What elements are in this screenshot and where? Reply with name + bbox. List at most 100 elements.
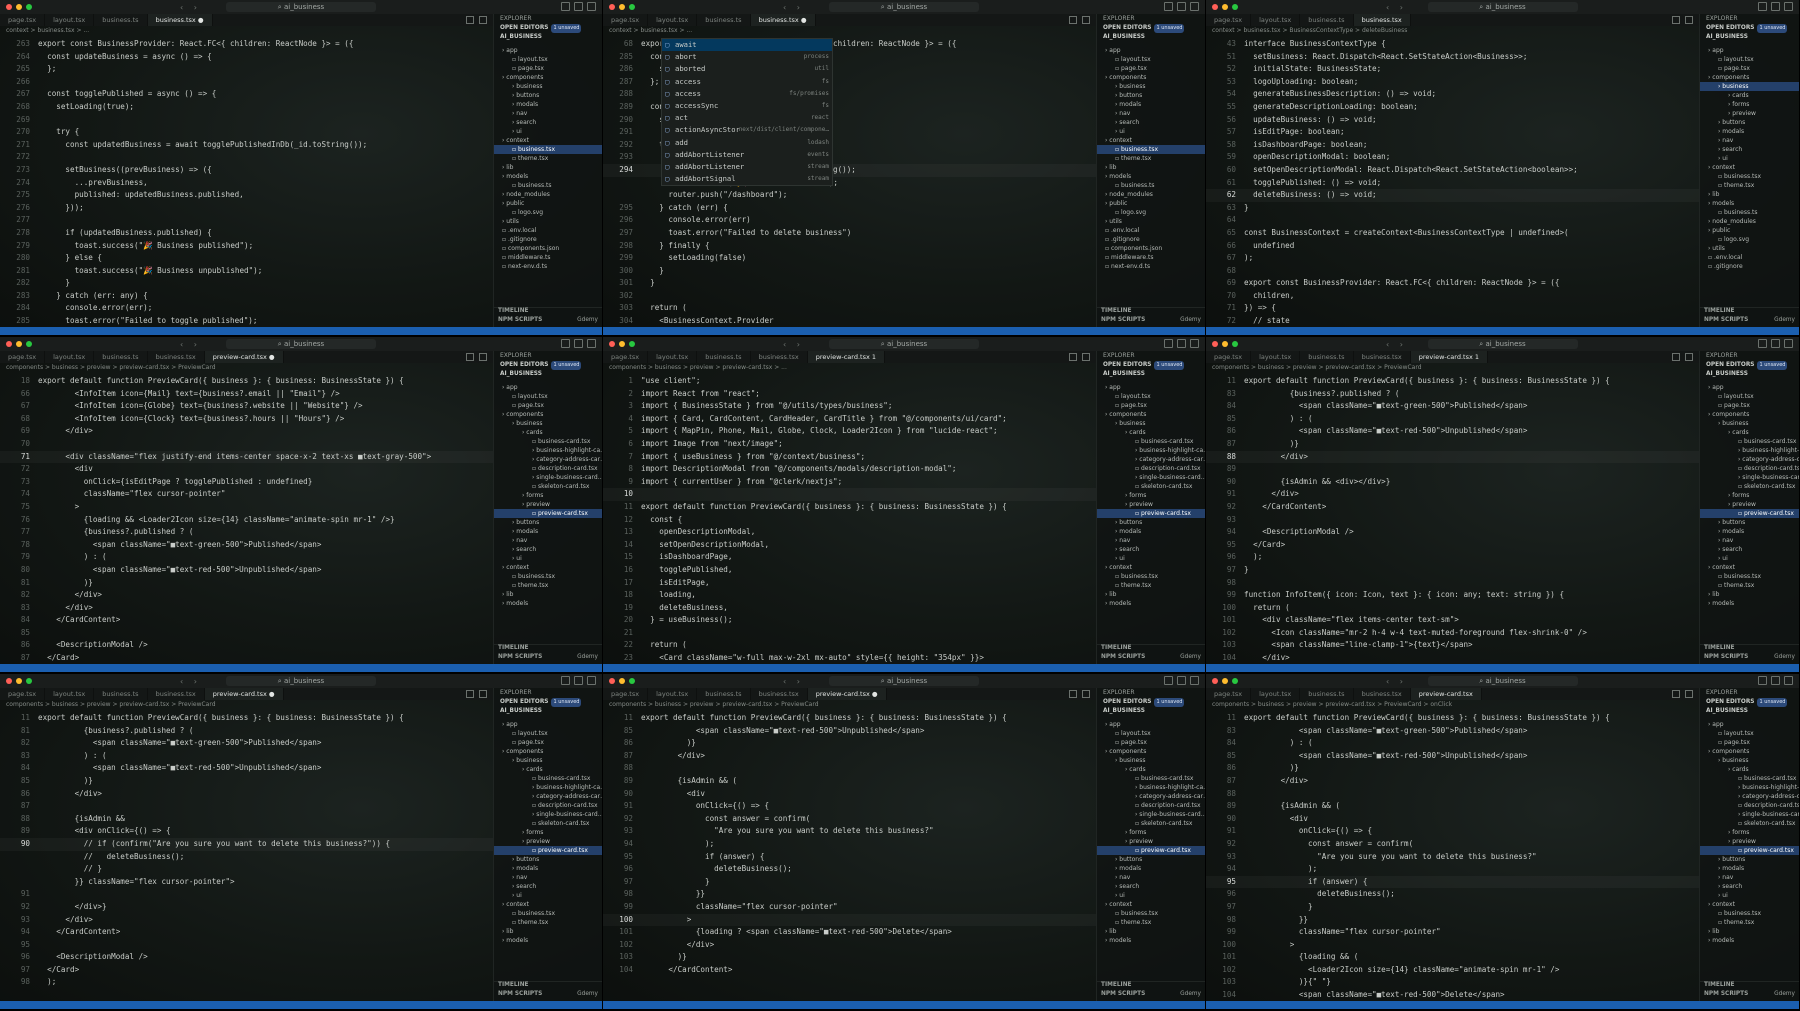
- code-line[interactable]: 91 </div>: [1206, 488, 1699, 501]
- editor-tab[interactable]: business.tsx: [751, 351, 808, 363]
- file-tree-folder[interactable]: › context: [494, 136, 602, 145]
- more-actions-icon[interactable]: [1082, 690, 1090, 698]
- code-line[interactable]: 85 ) : (: [1206, 413, 1699, 426]
- open-editors-section[interactable]: OPEN EDITORS 1 unsaved: [1700, 698, 1799, 707]
- panel-toggle-icon[interactable]: [1758, 339, 1767, 348]
- minimize-window-button[interactable]: [16, 4, 22, 10]
- file-tree-file[interactable]: ▫ business.tsx: [1700, 572, 1799, 581]
- code-line[interactable]: 5 import { MapPin, Phone, Mail, Globe, Cl…: [603, 425, 1096, 438]
- code-line[interactable]: 68: [1206, 265, 1699, 278]
- file-tree-file[interactable]: ▫ layout.tsx: [1097, 55, 1205, 64]
- code-line[interactable]: 88 {isAdmin &&: [0, 813, 493, 826]
- suggestion-item[interactable]: ▢ act react: [662, 112, 832, 124]
- timeline-section[interactable]: TIMELINE: [1097, 981, 1205, 991]
- editor-tab[interactable]: page.tsx: [1206, 688, 1252, 700]
- autocomplete-suggestions[interactable]: ▢ await ▢ abort process ▢ aborted util ▢ access fs…: [661, 38, 833, 187]
- code-line[interactable]: 19 deleteBusiness,: [603, 602, 1096, 615]
- code-line[interactable]: 100 >: [603, 914, 1096, 927]
- code-line[interactable]: 57 isEditPage: boolean;: [1206, 126, 1699, 139]
- maximize-window-button[interactable]: [1232, 678, 1238, 684]
- layout-toggle-icons[interactable]: [1164, 339, 1199, 348]
- file-tree-file[interactable]: ▫ business.tsx: [1097, 909, 1205, 918]
- code-line[interactable]: 76 {loading && <Loader2Icon size={14} cl…: [0, 514, 493, 527]
- code-line[interactable]: 54 generateBusinessDescription: () => vo…: [1206, 88, 1699, 101]
- code-line[interactable]: 92 const answer = confirm(: [603, 813, 1096, 826]
- file-tree-file[interactable]: ▫ preview-card.tsx: [1700, 846, 1799, 855]
- file-tree-folder[interactable]: › components: [1097, 747, 1205, 756]
- file-tree-folder[interactable]: › models: [494, 172, 602, 181]
- file-tree-file[interactable]: ▫ theme.tsx: [1700, 918, 1799, 927]
- code-line[interactable]: 96 deleteBusiness();: [603, 863, 1096, 876]
- file-tree-folder[interactable]: › category-address-car…: [1700, 455, 1799, 464]
- timeline-section[interactable]: TIMELINE: [1700, 644, 1799, 654]
- file-tree-folder[interactable]: › app: [1700, 46, 1799, 55]
- code-line[interactable]: 11 export default function PreviewCard({ …: [1206, 712, 1699, 725]
- file-tree-file[interactable]: ▫ theme.tsx: [1097, 918, 1205, 927]
- close-window-button[interactable]: [609, 4, 615, 10]
- file-tree-file[interactable]: ▫ business.tsx: [494, 909, 602, 918]
- code-line[interactable]: 264 const updateBusiness = async () => {: [0, 51, 493, 64]
- code-view[interactable]: 11 export default function PreviewCard({ …: [1206, 375, 1699, 664]
- code-line[interactable]: 79 ) : (: [0, 551, 493, 564]
- open-editors-section[interactable]: OPEN EDITORS 1 unsaved: [494, 698, 602, 707]
- file-tree-folder[interactable]: › context: [494, 563, 602, 572]
- code-line[interactable]: 89: [1206, 463, 1699, 476]
- sidebar-toggle-icon[interactable]: [1177, 676, 1186, 685]
- file-tree-folder[interactable]: › context: [1700, 163, 1799, 172]
- npm-scripts-section[interactable]: Gdemy NPM SCRIPTS: [494, 654, 602, 663]
- open-editors-section[interactable]: OPEN EDITORS 1 unsaved: [1700, 361, 1799, 370]
- editor-tab[interactable]: page.tsx: [1206, 351, 1252, 363]
- editor-tab[interactable]: business.tsx: [148, 351, 205, 363]
- command-center-search[interactable]: ⌕ ai_business: [829, 676, 979, 686]
- code-line[interactable]: 58 isDashboardPage: boolean;: [1206, 139, 1699, 152]
- file-tree-file[interactable]: ▫ skeleton-card.tsx: [1700, 819, 1799, 828]
- code-line[interactable]: 61 togglePublished: () => void;: [1206, 177, 1699, 190]
- file-tree-folder[interactable]: › business: [1700, 82, 1799, 91]
- sidebar-toggle-icon[interactable]: [574, 339, 583, 348]
- file-tree-folder[interactable]: › business: [494, 419, 602, 428]
- file-tree-folder[interactable]: › single-business-card…: [1700, 473, 1799, 482]
- layout-icon[interactable]: [1784, 339, 1793, 348]
- suggestion-item[interactable]: ▢ access fs: [662, 76, 832, 88]
- code-line[interactable]: 102 <Icon className="mr-2 h-4 w-4 text-m…: [1206, 627, 1699, 640]
- code-line[interactable]: 78 <span className="■text-green-500">Pub…: [0, 539, 493, 552]
- editor-actions[interactable]: [1672, 14, 1699, 26]
- file-tree-folder[interactable]: › search: [1700, 882, 1799, 891]
- file-tree-folder[interactable]: › context: [1097, 136, 1205, 145]
- code-line[interactable]: 60 setOpenDescriptionModal: React.Dispat…: [1206, 164, 1699, 177]
- file-tree-file[interactable]: ▫ page.tsx: [1700, 738, 1799, 747]
- open-editors-section[interactable]: OPEN EDITORS 1 unsaved: [1097, 24, 1205, 33]
- file-tree-folder[interactable]: › utils: [1700, 244, 1799, 253]
- minimize-window-button[interactable]: [16, 678, 22, 684]
- code-line[interactable]: 75 >: [0, 501, 493, 514]
- file-tree-file[interactable]: ▫ description-card.tsx: [494, 801, 602, 810]
- editor-tab[interactable]: layout.tsx: [648, 14, 698, 26]
- workspace-root[interactable]: AI_BUSINESS: [1700, 33, 1799, 42]
- code-line[interactable]: 70: [0, 438, 493, 451]
- file-tree-folder[interactable]: › public: [494, 199, 602, 208]
- close-window-button[interactable]: [1212, 4, 1218, 10]
- file-tree-file[interactable]: ▫ description-card.tsx: [1700, 801, 1799, 810]
- code-line[interactable]: 98 }}: [603, 888, 1096, 901]
- file-tree-file[interactable]: ▫ page.tsx: [494, 64, 602, 73]
- editor-tab[interactable]: layout.tsx: [648, 351, 698, 363]
- npm-scripts-section[interactable]: Gdemy NPM SCRIPTS: [1097, 317, 1205, 326]
- code-line[interactable]: 85 <span className="■text-red-500">Unpub…: [603, 725, 1096, 738]
- layout-icon[interactable]: [1784, 676, 1793, 685]
- code-line[interactable]: 93 "Are you sure you want to delete this…: [1206, 851, 1699, 864]
- file-tree-folder[interactable]: › ui: [1097, 891, 1205, 900]
- code-line[interactable]: 266: [0, 76, 493, 89]
- code-line[interactable]: 56 updateBusiness: () => void;: [1206, 114, 1699, 127]
- file-tree-file[interactable]: ▫ business-card.tsx: [494, 774, 602, 783]
- minimize-window-button[interactable]: [16, 341, 22, 347]
- layout-icon[interactable]: [1190, 339, 1199, 348]
- code-view[interactable]: 11 export default function PreviewCard({ …: [1206, 712, 1699, 1001]
- file-tree-file[interactable]: ▫ business-card.tsx: [494, 437, 602, 446]
- code-line[interactable]: 4 import { Card, CardContent, CardHeader,…: [603, 413, 1096, 426]
- code-line[interactable]: 18 loading,: [603, 589, 1096, 602]
- file-tree-folder[interactable]: › components: [1700, 747, 1799, 756]
- more-actions-icon[interactable]: [479, 353, 487, 361]
- code-line[interactable]: 6 import Image from "next/image";: [603, 438, 1096, 451]
- code-line[interactable]: 279 toast.success("🎉 Business published"…: [0, 240, 493, 253]
- editor-tab[interactable]: business.tsx: [751, 688, 808, 700]
